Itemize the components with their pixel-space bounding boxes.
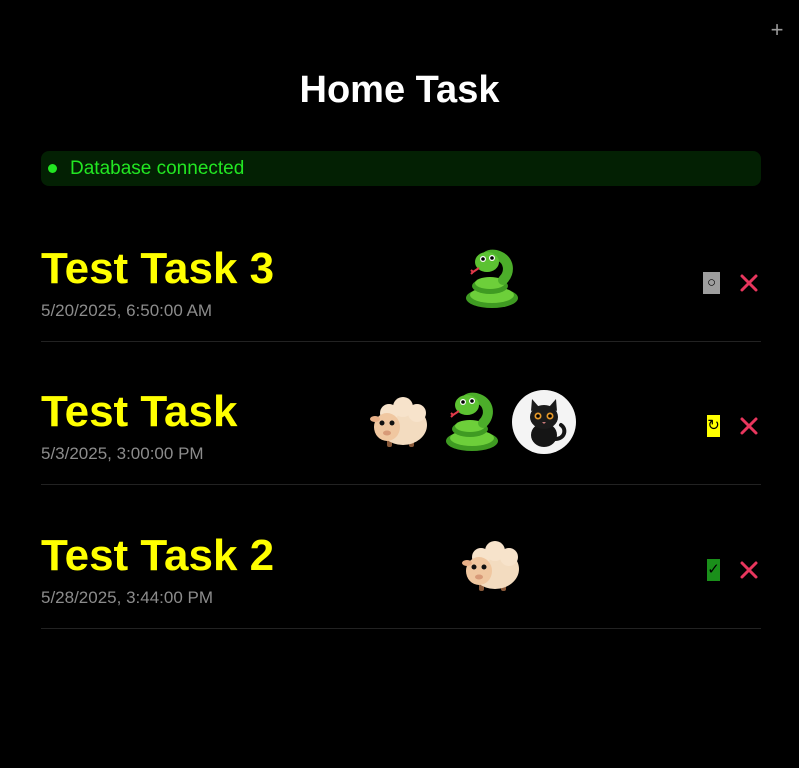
delete-task-button[interactable] (738, 415, 760, 437)
task-item: Test Task 5/3/2025, 3:00:00 PM ↻ (41, 342, 761, 485)
task-status-toggle[interactable]: ↻ (707, 415, 720, 437)
task-date: 5/20/2025, 6:50:00 AM (41, 301, 213, 320)
close-icon (740, 561, 758, 579)
task-assignees (459, 246, 531, 312)
task-date: 5/3/2025, 3:00:00 PM (41, 444, 204, 463)
app-page: + Home Task Database connected Test Task… (0, 0, 799, 768)
task-name: Test Task 3 (41, 244, 275, 293)
db-status-banner: Database connected (41, 151, 761, 186)
status-dot-icon (48, 164, 57, 173)
close-icon (740, 274, 758, 292)
task-item: Test Task 3 5/20/2025, 6:50:00 AM ○ (41, 199, 761, 342)
task-assignees (459, 533, 531, 599)
task-item: Test Task 2 5/28/2025, 3:44:00 PM ✓ (41, 486, 761, 629)
task-status-toggle[interactable]: ✓ (707, 559, 720, 581)
black-cat-avatar-icon (511, 389, 577, 455)
page-title: Home Task (299, 69, 500, 111)
snake-avatar-icon (459, 246, 525, 312)
sheep-avatar-icon (459, 533, 525, 599)
task-name: Test Task 2 (41, 531, 275, 580)
status-text: Database connected (70, 157, 245, 179)
add-task-button[interactable]: + (767, 18, 787, 42)
task-assignees (367, 389, 583, 455)
delete-task-button[interactable] (738, 272, 760, 294)
close-icon (740, 417, 758, 435)
task-name: Test Task (41, 387, 238, 436)
sheep-avatar-icon (367, 389, 433, 455)
task-status-toggle[interactable]: ○ (703, 272, 720, 294)
task-date: 5/28/2025, 3:44:00 PM (41, 588, 214, 607)
snake-avatar-icon (439, 389, 505, 455)
delete-task-button[interactable] (738, 559, 760, 581)
